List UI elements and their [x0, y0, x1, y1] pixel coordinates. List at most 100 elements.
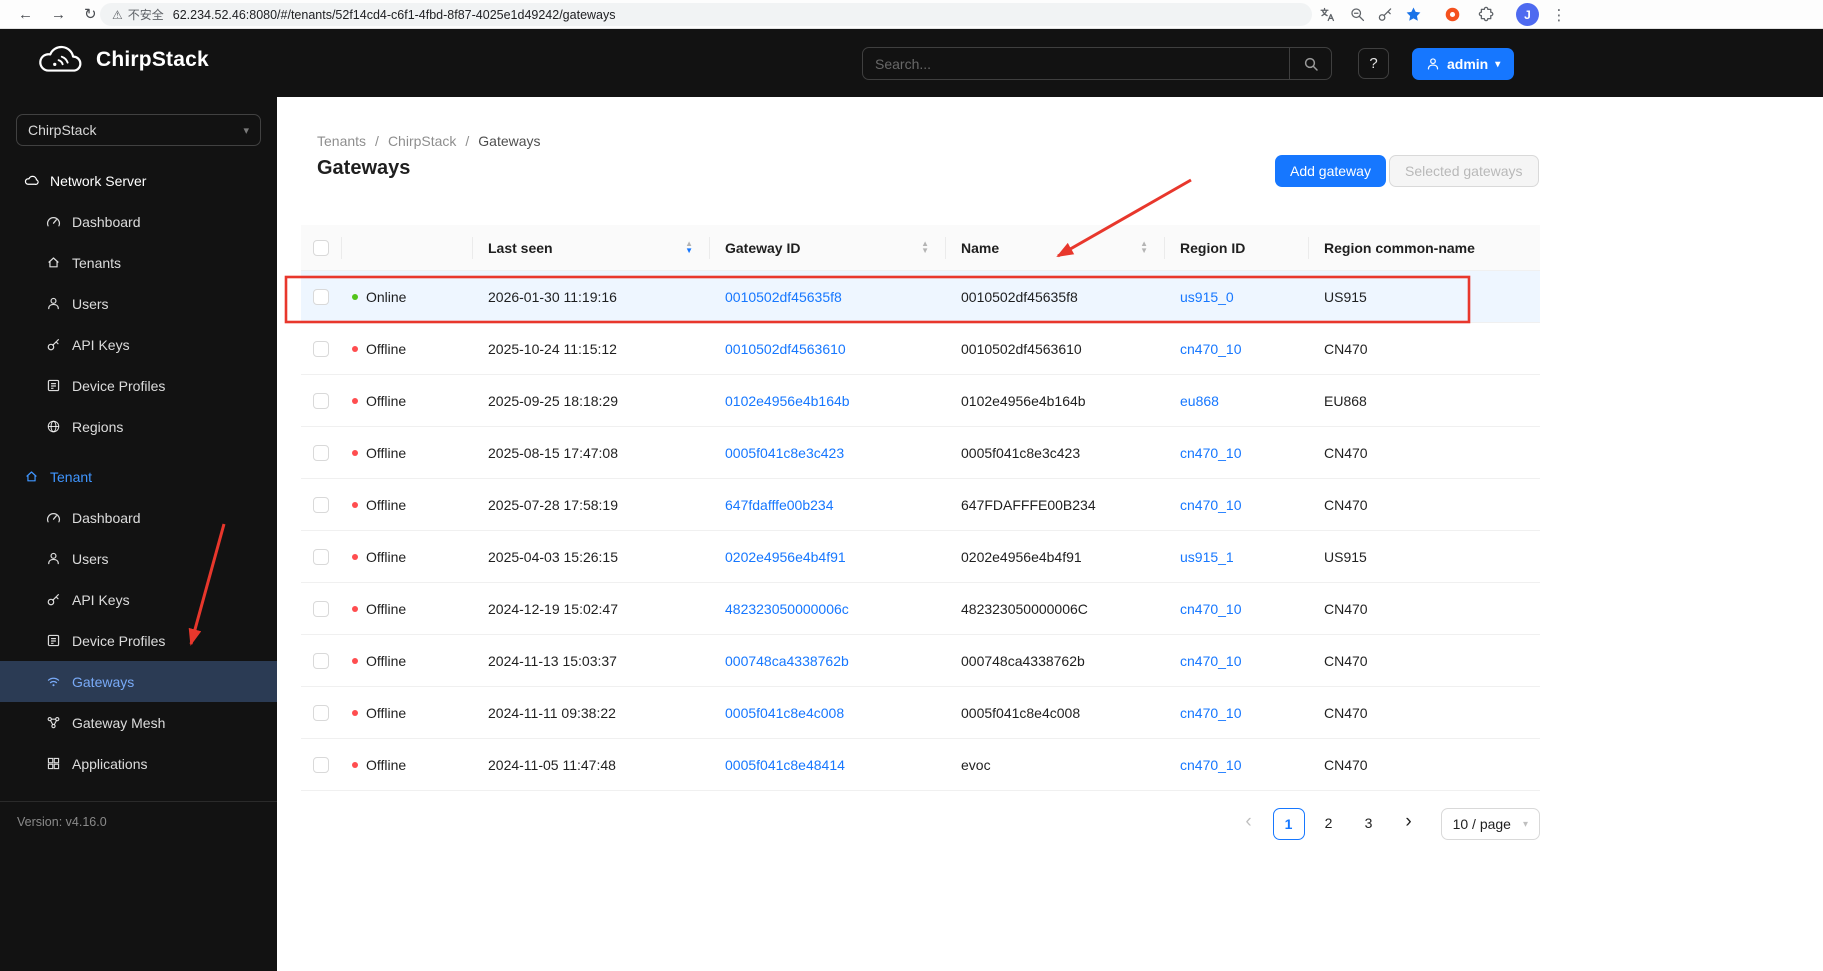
home-icon — [24, 469, 39, 484]
page-1-button[interactable]: 1 — [1273, 808, 1305, 840]
gateway-id-column-header[interactable]: Gateway ID ▲▼ — [709, 225, 945, 270]
sidebar-section-network-server[interactable]: Network Server — [0, 160, 277, 201]
region-id-link[interactable]: cn470_10 — [1180, 601, 1242, 617]
sidebar-item-tenant-dashboard[interactable]: Dashboard — [0, 497, 277, 538]
sidebar-item-ns-dashboard[interactable]: Dashboard — [0, 201, 277, 242]
sort-icon[interactable]: ▲▼ — [677, 241, 693, 254]
row-checkbox[interactable] — [313, 757, 329, 773]
bookmark-star-icon[interactable] — [1402, 4, 1424, 25]
row-checkbox[interactable] — [313, 549, 329, 565]
page-3-button[interactable]: 3 — [1353, 808, 1385, 840]
row-checkbox[interactable] — [313, 601, 329, 617]
translate-icon[interactable] — [1316, 4, 1338, 25]
password-key-icon[interactable] — [1374, 4, 1396, 25]
search-input[interactable] — [863, 56, 1289, 72]
sidebar-item-ns-regions[interactable]: Regions — [0, 406, 277, 447]
region-common-name-cell: EU868 — [1308, 375, 1540, 426]
prev-page-button[interactable]: ‹ — [1233, 808, 1265, 840]
last-seen-column-header[interactable]: Last seen ▲▼ — [472, 225, 709, 270]
status-column-header — [341, 225, 472, 270]
gateway-id-link[interactable]: 0202e4956e4b4f91 — [725, 549, 846, 565]
browser-menu-icon[interactable]: ⋮ — [1548, 4, 1570, 25]
gateway-id-link[interactable]: 647fdafffe00b234 — [725, 497, 834, 513]
select-all-checkbox[interactable] — [313, 240, 329, 256]
table-row: Offline 2025-09-25 18:18:29 0102e4956e4b… — [301, 375, 1540, 427]
chirpstack-logo[interactable]: ChirpStack — [36, 43, 209, 77]
gateway-name-cell: 0005f041c8e3c423 — [945, 427, 1164, 478]
region-id-link[interactable]: us915_0 — [1180, 289, 1234, 305]
sidebar-item-ns-tenants[interactable]: Tenants — [0, 242, 277, 283]
sidebar-item-tenant-device-profiles[interactable]: Device Profiles — [0, 620, 277, 661]
warning-icon: ⚠ — [112, 8, 123, 22]
zoom-icon[interactable] — [1346, 4, 1368, 25]
page-2-button[interactable]: 2 — [1313, 808, 1345, 840]
row-checkbox[interactable] — [313, 393, 329, 409]
sidebar-item-ns-users[interactable]: Users — [0, 283, 277, 324]
add-gateway-button[interactable]: Add gateway — [1275, 155, 1386, 187]
site-security-chip[interactable]: ⚠ 不安全 — [112, 6, 164, 23]
browser-profile-avatar[interactable]: J — [1516, 3, 1539, 26]
key-icon — [46, 337, 61, 352]
browser-reload-icon[interactable]: ↻ — [84, 7, 97, 22]
name-column-header[interactable]: Name ▲▼ — [945, 225, 1164, 270]
gateway-id-link[interactable]: 0005f041c8e3c423 — [725, 445, 844, 461]
gateway-name-cell: 000748ca4338762b — [945, 635, 1164, 686]
sidebar-item-tenant-api-keys[interactable]: API Keys — [0, 579, 277, 620]
row-checkbox[interactable] — [313, 341, 329, 357]
region-id-link[interactable]: us915_1 — [1180, 549, 1234, 565]
status-badge: Offline — [352, 601, 406, 617]
gateway-id-link[interactable]: 0005f041c8e48414 — [725, 757, 845, 773]
status-badge: Offline — [352, 445, 406, 461]
row-checkbox[interactable] — [313, 289, 329, 305]
search-button[interactable] — [1289, 48, 1331, 79]
next-page-button[interactable]: › — [1393, 808, 1425, 840]
sidebar-section-tenant[interactable]: Tenant — [0, 456, 277, 497]
tenant-select[interactable]: ChirpStack ▾ — [16, 114, 261, 146]
status-badge: Offline — [352, 497, 406, 513]
gateway-id-link[interactable]: 0102e4956e4b164b — [725, 393, 850, 409]
selected-gateways-button[interactable]: Selected gateways — [1389, 155, 1539, 187]
region-id-link[interactable]: cn470_10 — [1180, 497, 1242, 513]
search-icon — [1303, 56, 1319, 72]
sidebar-item-tenant-gateway-mesh[interactable]: Gateway Mesh — [0, 702, 277, 743]
sidebar-item-tenant-users[interactable]: Users — [0, 538, 277, 579]
extensions-puzzle-icon[interactable] — [1475, 4, 1497, 25]
row-checkbox[interactable] — [313, 445, 329, 461]
breadcrumb-gateways: Gateways — [478, 133, 540, 149]
browser-back-icon[interactable]: ← — [18, 7, 33, 22]
gateway-id-link[interactable]: 482323050000006c — [725, 601, 849, 617]
page-size-select[interactable]: 10 / page ▾ — [1441, 808, 1540, 840]
gateway-id-link[interactable]: 0010502df45635f8 — [725, 289, 842, 305]
gateway-name-cell: 647FDAFFFE00B234 — [945, 479, 1164, 530]
sidebar-item-ns-device-profiles[interactable]: Device Profiles — [0, 365, 277, 406]
breadcrumb-tenants[interactable]: Tenants — [317, 133, 366, 149]
sort-icon[interactable]: ▲▼ — [913, 241, 929, 254]
status-badge: Offline — [352, 341, 406, 357]
cloud-logo-icon — [36, 43, 86, 77]
region-id-link[interactable]: cn470_10 — [1180, 757, 1242, 773]
region-id-link[interactable]: cn470_10 — [1180, 445, 1242, 461]
breadcrumb-chirpstack[interactable]: ChirpStack — [388, 133, 456, 149]
table-row: Offline 2025-10-24 11:15:12 0010502df456… — [301, 323, 1540, 375]
row-checkbox[interactable] — [313, 705, 329, 721]
gateway-id-link[interactable]: 000748ca4338762b — [725, 653, 849, 669]
browser-toolbar: ← → ↻ ⚠ 不安全 62.234.52.46:8080/#/tenants/… — [0, 0, 1823, 29]
address-bar[interactable]: ⚠ 不安全 62.234.52.46:8080/#/tenants/52f14c… — [100, 3, 1312, 26]
row-checkbox[interactable] — [313, 497, 329, 513]
gateway-id-link[interactable]: 0010502df4563610 — [725, 341, 846, 357]
gateway-name-cell: evoc — [945, 739, 1164, 790]
region-id-link[interactable]: eu868 — [1180, 393, 1219, 409]
sort-icon[interactable]: ▲▼ — [1132, 241, 1148, 254]
region-id-link[interactable]: cn470_10 — [1180, 705, 1242, 721]
sidebar-item-tenant-gateways[interactable]: Gateways — [0, 661, 277, 702]
row-checkbox[interactable] — [313, 653, 329, 669]
region-id-link[interactable]: cn470_10 — [1180, 341, 1242, 357]
sidebar-item-tenant-applications[interactable]: Applications — [0, 743, 277, 784]
browser-forward-icon[interactable]: → — [51, 7, 66, 22]
gateway-id-link[interactable]: 0005f041c8e4c008 — [725, 705, 844, 721]
extension-icon[interactable] — [1441, 4, 1463, 25]
region-id-link[interactable]: cn470_10 — [1180, 653, 1242, 669]
help-button[interactable]: ? — [1358, 48, 1389, 79]
sidebar-item-ns-api-keys[interactable]: API Keys — [0, 324, 277, 365]
user-menu-button[interactable]: admin ▾ — [1412, 48, 1514, 80]
